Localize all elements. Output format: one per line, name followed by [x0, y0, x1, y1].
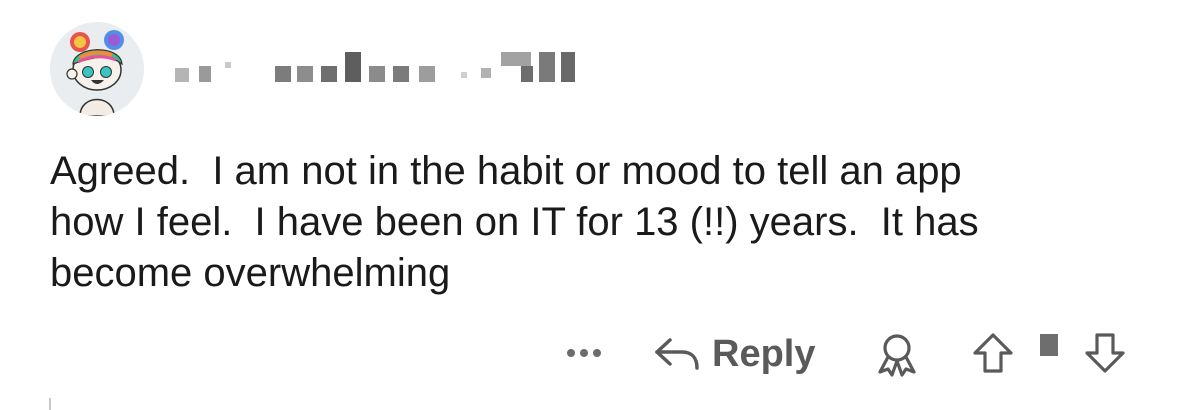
- downvote-button[interactable]: [1082, 330, 1128, 376]
- reply-label: Reply: [712, 332, 816, 375]
- upvote-button[interactable]: [970, 330, 1016, 376]
- ellipsis-dot: [593, 349, 601, 357]
- downvote-arrow-icon: [1085, 333, 1125, 373]
- comment-body: Agreed. I am not in the habit or mood to…: [50, 149, 979, 295]
- upvote-arrow-icon: [973, 333, 1013, 373]
- snoo-avatar-icon: [50, 22, 144, 116]
- reply-arrow-icon: [655, 338, 699, 370]
- ellipsis-dot: [567, 349, 575, 357]
- more-options-button[interactable]: [561, 338, 607, 368]
- user-avatar[interactable]: [50, 22, 144, 116]
- ellipsis-dot: [580, 349, 588, 357]
- comment: Agreed. I am not in the habit or mood to…: [0, 0, 1179, 410]
- award-ribbon-icon: [878, 334, 916, 377]
- award-button[interactable]: [871, 332, 923, 378]
- vote-count-redacted: [1040, 334, 1058, 356]
- thread-line[interactable]: [49, 398, 51, 410]
- username-redacted[interactable]: [175, 52, 595, 86]
- reply-button[interactable]: Reply: [652, 330, 815, 378]
- comment-actions: Reply: [0, 322, 1179, 386]
